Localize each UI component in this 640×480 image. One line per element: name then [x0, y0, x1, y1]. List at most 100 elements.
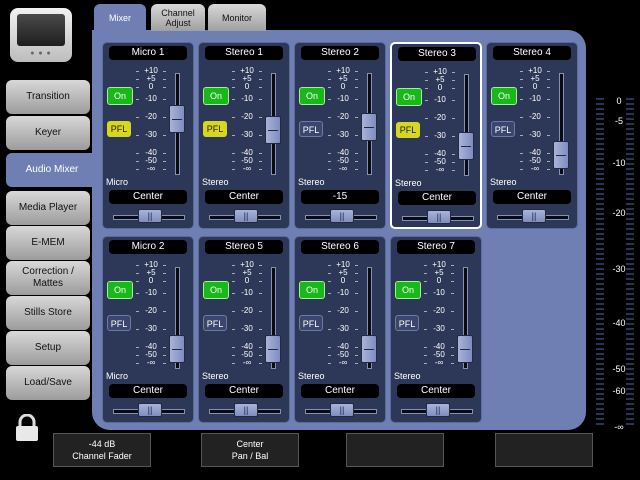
pan-value[interactable]: Center: [205, 190, 283, 204]
fader-knob[interactable]: [265, 335, 281, 363]
tab-mixer[interactable]: Mixer: [94, 4, 146, 31]
meter-segment: [596, 103, 604, 105]
sidebar-item-audio-mixer[interactable]: Audio Mixer: [6, 153, 98, 187]
on-button[interactable]: On: [395, 281, 421, 299]
pan-value[interactable]: Center: [205, 384, 283, 398]
pan-slider-knob[interactable]: ||: [522, 209, 546, 223]
scale-tick: [355, 355, 358, 356]
fader-knob[interactable]: [169, 105, 185, 133]
on-button[interactable]: On: [107, 87, 133, 105]
channel-fader-readout[interactable]: -44 dB Channel Fader: [53, 433, 151, 467]
scale-tick: [259, 161, 262, 162]
pan-slider-knob[interactable]: ||: [234, 209, 258, 223]
pan-bal-readout[interactable]: Center Pan / Bal: [201, 433, 299, 467]
meter-segment: [626, 388, 634, 390]
channel-strip[interactable]: Stereo 3 +10 +5 0 -10 -20 -30 -40 -50 -∞ On PFL Ster…: [390, 42, 482, 229]
pan-value[interactable]: Center: [398, 191, 476, 205]
pfl-button[interactable]: PFL: [396, 122, 420, 138]
on-button[interactable]: On: [396, 88, 422, 106]
channel-strip[interactable]: Stereo 7 +10 +5 0 -10 -20 -30 -40 -50 -∞ On PFL Ster…: [390, 236, 482, 423]
meter-segment: [596, 283, 604, 285]
source-label: Stereo: [202, 371, 229, 381]
sidebar-item-keyer[interactable]: Keyer: [6, 116, 90, 150]
tab-monitor[interactable]: Monitor: [208, 4, 266, 31]
lock-icon[interactable]: [14, 414, 40, 442]
fader-scale: +10 +5 0 -10 -20 -30 -40 -50 -∞: [328, 261, 358, 369]
pfl-button[interactable]: PFL: [491, 121, 515, 137]
channel-strip[interactable]: Stereo 2 +10 +5 0 -10 -20 -30 -40 -50 -∞ On PFL Ster…: [294, 42, 386, 229]
scale-tick-label: -20: [433, 306, 445, 315]
fader-knob[interactable]: [169, 335, 185, 363]
pan-slider-knob[interactable]: ||: [138, 209, 162, 223]
pan-value[interactable]: Center: [109, 190, 187, 204]
pan-value[interactable]: Center: [301, 384, 379, 398]
channel-name: Stereo 3: [398, 47, 476, 61]
fader-knob[interactable]: [457, 335, 473, 363]
scale-tick: [259, 363, 262, 364]
channel-strip[interactable]: Stereo 1 +10 +5 0 -10 -20 -30 -40 -50 -∞ On PFL Ster…: [198, 42, 290, 229]
scale-tick: [328, 87, 331, 88]
pan-slider-knob[interactable]: ||: [234, 403, 258, 417]
sidebar-item-media-player[interactable]: Media Player: [6, 191, 90, 225]
pan-value[interactable]: Center: [109, 384, 187, 398]
fader-knob[interactable]: [361, 335, 377, 363]
meter-segment: [626, 173, 634, 175]
scale-tick-label: -20: [241, 306, 253, 315]
sidebar-item-stills-store[interactable]: Stills Store: [6, 296, 90, 330]
scale-tick: [136, 71, 139, 72]
meter-segment: [596, 328, 604, 330]
channel-strip[interactable]: Stereo 6 +10 +5 0 -10 -20 -30 -40 -50 -∞ On PFL Ster…: [294, 236, 386, 423]
tab-label: Channel Adjust: [161, 7, 195, 28]
pan-value[interactable]: Center: [397, 384, 475, 398]
pan-slider-knob[interactable]: ||: [427, 210, 451, 224]
fader-knob[interactable]: [265, 116, 281, 144]
scale-tick: [355, 99, 358, 100]
fader-knob[interactable]: [553, 141, 569, 169]
pfl-button[interactable]: PFL: [395, 315, 419, 331]
sidebar-item-correction-mattes[interactable]: Correction / Mattes: [6, 261, 90, 295]
pan-value[interactable]: -15: [301, 190, 379, 204]
pan-slider-knob[interactable]: ||: [138, 403, 162, 417]
meter-segment: [596, 178, 604, 180]
on-button[interactable]: On: [107, 281, 133, 299]
sidebar-item-e-mem[interactable]: E-MEM: [6, 226, 90, 260]
channel-strip[interactable]: Stereo 5 +10 +5 0 -10 -20 -30 -40 -50 -∞ On PFL Ster…: [198, 236, 290, 423]
sidebar-item-load-save[interactable]: Load/Save: [6, 366, 90, 400]
meter-segment: [596, 218, 604, 220]
pfl-button[interactable]: PFL: [107, 315, 131, 331]
on-button[interactable]: On: [299, 281, 325, 299]
fader-knob[interactable]: [361, 113, 377, 141]
scale-tick: [547, 87, 550, 88]
sidebar-item-transition[interactable]: Transition: [6, 80, 90, 114]
channel-strip[interactable]: Micro 1 +10 +5 0 -10 -20 -30 -40 -50 -∞ On PFL Micro…: [102, 42, 194, 229]
scale-tick: [425, 170, 428, 171]
source-label: Stereo: [490, 177, 517, 187]
empty-readout-1[interactable]: [346, 433, 444, 467]
channel-strip[interactable]: Micro 2 +10 +5 0 -10 -20 -30 -40 -50 -∞ On PFL Micro…: [102, 236, 194, 423]
fader-knob[interactable]: [458, 132, 474, 160]
pan-slider-knob[interactable]: ||: [330, 209, 354, 223]
on-button[interactable]: On: [299, 87, 325, 105]
on-button[interactable]: On: [203, 281, 229, 299]
empty-readout-2[interactable]: [495, 433, 593, 467]
monitor-icon[interactable]: ● ● ●: [10, 8, 72, 62]
scale-tick: [328, 329, 331, 330]
meter-segment: [596, 268, 604, 270]
pfl-button[interactable]: PFL: [203, 315, 227, 331]
on-button[interactable]: On: [203, 87, 229, 105]
pfl-button[interactable]: PFL: [299, 121, 323, 137]
pan-value[interactable]: Center: [493, 190, 571, 204]
channel-strip[interactable]: Stereo 4 +10 +5 0 -10 -20 -30 -40 -50 -∞ On PFL Ster…: [486, 42, 578, 229]
meter-segment: [626, 318, 634, 320]
scale-tick-label: 0: [436, 276, 442, 285]
meter-segment: [596, 123, 604, 125]
sidebar-item-setup[interactable]: Setup: [6, 331, 90, 365]
pfl-button[interactable]: PFL: [107, 121, 131, 137]
on-button[interactable]: On: [491, 87, 517, 105]
tab-channel-adjust[interactable]: Channel Adjust: [151, 4, 205, 31]
pfl-button[interactable]: PFL: [299, 315, 323, 331]
pan-slider-knob[interactable]: ||: [426, 403, 450, 417]
pfl-button[interactable]: PFL: [203, 121, 227, 137]
pan-slider-knob[interactable]: ||: [330, 403, 354, 417]
meter-segment: [626, 273, 634, 275]
